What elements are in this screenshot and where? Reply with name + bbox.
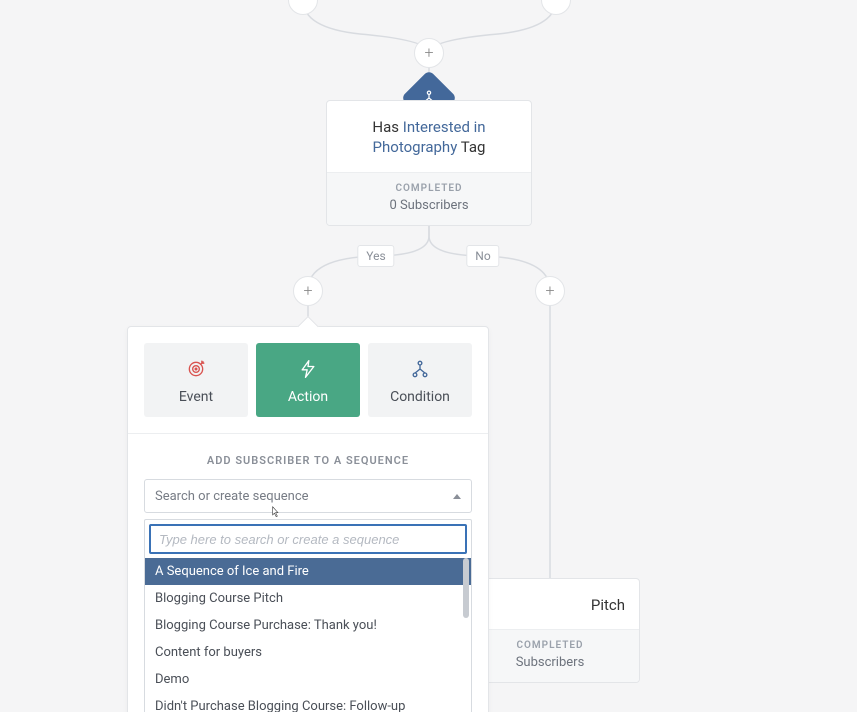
status-label: COMPLETED (469, 640, 631, 651)
lightning-icon (262, 357, 354, 381)
sequence-card-title: Pitch (591, 596, 625, 614)
branch-label-yes: Yes (357, 245, 394, 267)
sequence-option[interactable]: A Sequence of Ice and Fire (145, 558, 471, 585)
add-step-no-button[interactable]: + (535, 276, 565, 306)
type-action-button[interactable]: Action (256, 343, 360, 417)
sequence-option[interactable]: Content for buyers (145, 639, 471, 666)
sequence-option[interactable]: Blogging Course Purchase: Thank you! (145, 612, 471, 639)
condition-footer: COMPLETED 0 Subscribers (327, 172, 531, 225)
branch-icon (374, 357, 466, 381)
subscriber-count: 0 Subscribers (335, 198, 523, 213)
type-condition-button[interactable]: Condition (368, 343, 472, 417)
sequence-search-input[interactable] (149, 524, 467, 554)
sequence-select[interactable]: Search or create sequence (144, 479, 472, 513)
sequence-dropdown: A Sequence of Ice and Fire Blogging Cour… (144, 519, 472, 712)
type-action-label: Action (262, 389, 354, 405)
action-section-title: ADD SUBSCRIBER TO A SEQUENCE (128, 434, 488, 479)
sequence-option[interactable]: Demo (145, 666, 471, 693)
caret-up-icon (453, 494, 461, 499)
step-type-tabs: Event Action Condition (128, 327, 488, 434)
type-event-label: Event (150, 389, 242, 405)
subscriber-count: Subscribers (469, 655, 631, 670)
condition-suffix: Tag (457, 138, 485, 156)
branch-label-no: No (466, 245, 499, 267)
prev-node-right (541, 0, 571, 15)
add-step-button[interactable]: + (414, 38, 444, 68)
dropdown-scrollbar[interactable] (463, 558, 469, 618)
condition-prefix: Has (372, 118, 402, 136)
sequence-select-placeholder: Search or create sequence (155, 489, 309, 504)
sequence-option[interactable]: Didn't Purchase Blogging Course: Follow-… (145, 693, 471, 712)
type-event-button[interactable]: Event (144, 343, 248, 417)
condition-title: Has Interested in Photography Tag (327, 101, 531, 172)
target-icon (150, 357, 242, 381)
condition-node-card[interactable]: Has Interested in Photography Tag COMPLE… (326, 100, 532, 226)
sequence-option[interactable]: Blogging Course Pitch (145, 585, 471, 612)
prev-node-left (288, 0, 318, 15)
type-condition-label: Condition (374, 389, 466, 405)
add-step-yes-button[interactable]: + (293, 276, 323, 306)
add-step-popover: Event Action Condition ADD SUBSCRIBER (127, 326, 489, 712)
sequence-option-list: A Sequence of Ice and Fire Blogging Cour… (145, 558, 471, 712)
status-label: COMPLETED (335, 183, 523, 194)
